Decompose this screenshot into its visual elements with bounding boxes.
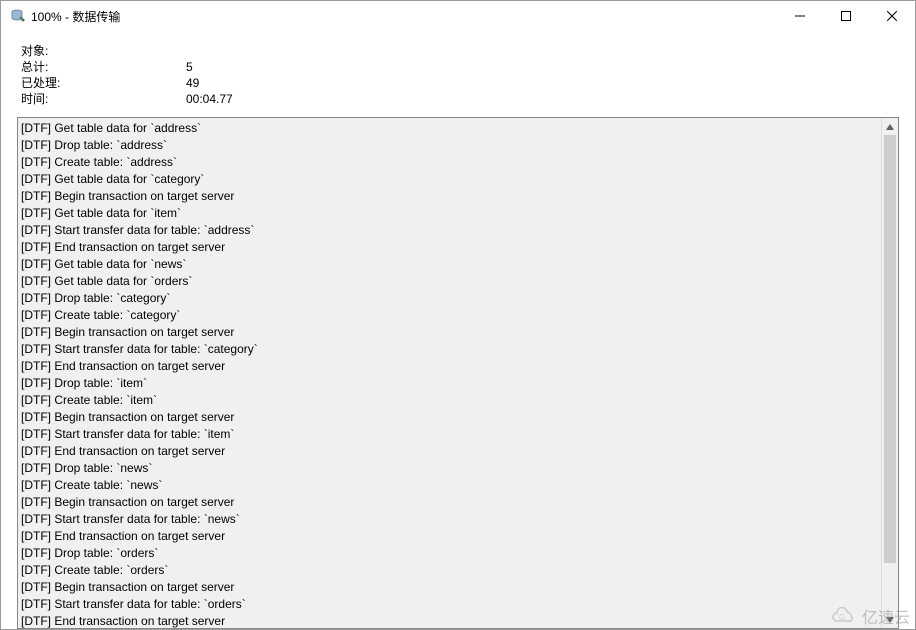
- log-line[interactable]: [DTF] Start transfer data for table: `it…: [21, 426, 878, 443]
- log-line[interactable]: [DTF] End transaction on target server: [21, 613, 878, 628]
- log-line[interactable]: [DTF] Drop table: `item`: [21, 375, 878, 392]
- log-line[interactable]: [DTF] Drop table: `orders`: [21, 545, 878, 562]
- log-line[interactable]: [DTF] Create table: `item`: [21, 392, 878, 409]
- stat-value: 49: [186, 75, 199, 91]
- log-container: [DTF] Get table data for `address`[DTF] …: [17, 117, 899, 629]
- log-line[interactable]: [DTF] Start transfer data for table: `ne…: [21, 511, 878, 528]
- maximize-button[interactable]: [823, 1, 869, 31]
- log-line[interactable]: [DTF] Drop table: `address`: [21, 137, 878, 154]
- log-line[interactable]: [DTF] Start transfer data for table: `ad…: [21, 222, 878, 239]
- log-line[interactable]: [DTF] Get table data for `item`: [21, 205, 878, 222]
- stat-row-time: 时间: 00:04.77: [21, 91, 895, 107]
- log-line[interactable]: [DTF] Begin transaction on target server: [21, 188, 878, 205]
- log-body[interactable]: [DTF] Get table data for `address`[DTF] …: [18, 118, 881, 628]
- log-line[interactable]: [DTF] Begin transaction on target server: [21, 579, 878, 596]
- log-line[interactable]: [DTF] Create table: `orders`: [21, 562, 878, 579]
- log-line[interactable]: [DTF] End transaction on target server: [21, 528, 878, 545]
- log-line[interactable]: [DTF] End transaction on target server: [21, 239, 878, 256]
- window-title: 100% - 数据传输: [31, 8, 120, 25]
- app-window: 100% - 数据传输 对象: 总计: 5 已处理: 49 时间:: [0, 0, 916, 630]
- log-line[interactable]: [DTF] Drop table: `category`: [21, 290, 878, 307]
- log-line[interactable]: [DTF] Drop table: `news`: [21, 460, 878, 477]
- stat-value: 00:04.77: [186, 91, 233, 107]
- stats-panel: 对象: 总计: 5 已处理: 49 时间: 00:04.77: [1, 31, 915, 113]
- log-line[interactable]: [DTF] Start transfer data for table: `or…: [21, 596, 878, 613]
- log-line[interactable]: [DTF] End transaction on target server: [21, 358, 878, 375]
- minimize-button[interactable]: [777, 1, 823, 31]
- database-icon: [9, 8, 25, 24]
- log-line[interactable]: [DTF] Create table: `news`: [21, 477, 878, 494]
- stat-label: 时间:: [21, 91, 186, 107]
- titlebar[interactable]: 100% - 数据传输: [1, 1, 915, 31]
- stat-label: 总计:: [21, 59, 186, 75]
- log-line[interactable]: [DTF] Begin transaction on target server: [21, 409, 878, 426]
- scrollbar[interactable]: [881, 118, 898, 628]
- log-line[interactable]: [DTF] Begin transaction on target server: [21, 494, 878, 511]
- log-line[interactable]: [DTF] Create table: `category`: [21, 307, 878, 324]
- stat-label: 对象:: [21, 43, 186, 59]
- log-line[interactable]: [DTF] Get table data for `category`: [21, 171, 878, 188]
- window-controls: [777, 1, 915, 31]
- log-line[interactable]: [DTF] Get table data for `address`: [21, 120, 878, 137]
- scroll-thumb[interactable]: [884, 135, 896, 563]
- scroll-track[interactable]: [882, 135, 898, 611]
- close-button[interactable]: [869, 1, 915, 31]
- stat-row-total: 总计: 5: [21, 59, 895, 75]
- log-line[interactable]: [DTF] Start transfer data for table: `ca…: [21, 341, 878, 358]
- log-line[interactable]: [DTF] End transaction on target server: [21, 443, 878, 460]
- log-line[interactable]: [DTF] Get table data for `orders`: [21, 273, 878, 290]
- scroll-down-arrow-icon[interactable]: [882, 611, 898, 628]
- stat-label: 已处理:: [21, 75, 186, 91]
- stat-row-processed: 已处理: 49: [21, 75, 895, 91]
- stat-value: 5: [186, 59, 193, 75]
- log-line[interactable]: [DTF] Create table: `address`: [21, 154, 878, 171]
- stat-row-object: 对象:: [21, 43, 895, 59]
- log-line[interactable]: [DTF] Get table data for `news`: [21, 256, 878, 273]
- log-line[interactable]: [DTF] Begin transaction on target server: [21, 324, 878, 341]
- scroll-up-arrow-icon[interactable]: [882, 118, 898, 135]
